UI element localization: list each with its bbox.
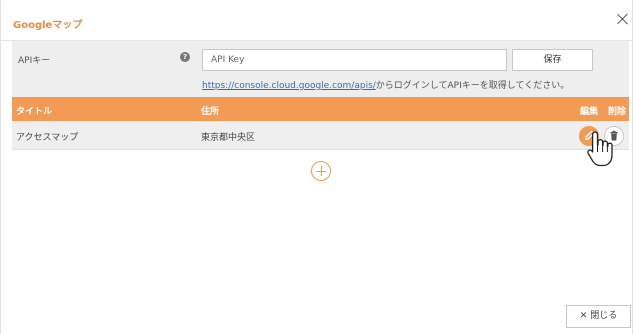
dialog-title: Googleマップ	[13, 20, 83, 31]
table-row: アクセスマップ 東京都中央区	[12, 121, 629, 150]
api-help-text: https://console.cloud.google.com/apis/から…	[202, 78, 569, 91]
question-circle-icon[interactable]: ?	[180, 52, 190, 62]
add-row-button[interactable]	[311, 161, 331, 181]
header-address: 住所	[201, 107, 220, 117]
table-header: タイトル 住所 編集 削除	[12, 97, 629, 121]
google-map-dialog: Googleマップ APIキー ? 保存 https://console.clo…	[0, 0, 633, 334]
row-title: アクセスマップ	[16, 133, 79, 143]
row-address: 東京都中央区	[201, 133, 256, 143]
header-delete: 削除	[608, 107, 627, 117]
api-key-section: APIキー ? 保存 https://console.cloud.google.…	[12, 41, 629, 97]
save-button[interactable]: 保存	[512, 49, 593, 71]
google-console-link[interactable]: https://console.cloud.google.com/apis/	[202, 81, 376, 91]
hand-pointer-icon	[587, 131, 613, 167]
api-key-input[interactable]	[202, 49, 507, 71]
close-button[interactable]: ✕ 閉じる	[566, 305, 631, 328]
dialog-title-bar: Googleマップ	[1, 0, 633, 41]
header-edit: 編集	[580, 107, 599, 117]
close-icon[interactable]	[616, 12, 630, 26]
api-help-suffix: からログインしてAPIキーを取得してください。	[375, 81, 570, 91]
api-key-label: APIキー	[18, 56, 51, 66]
header-title: タイトル	[16, 107, 53, 117]
